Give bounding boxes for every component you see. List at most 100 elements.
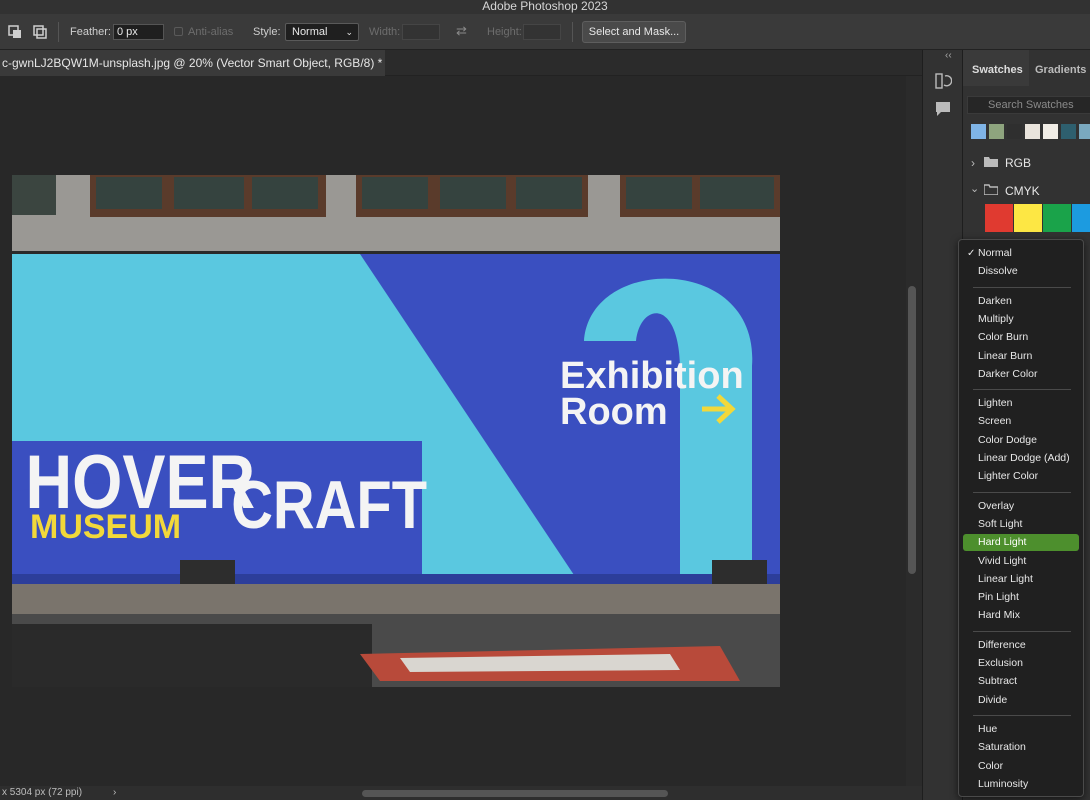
swatch[interactable] xyxy=(989,124,1004,139)
blend-mode-item[interactable]: Darken xyxy=(963,293,1079,310)
blend-mode-label: Color Burn xyxy=(978,331,1029,344)
swatch[interactable] xyxy=(1025,124,1040,139)
canvas-area[interactable]: HOVER MUSEUM CRAFT Exhibition Room xyxy=(0,76,906,786)
blend-mode-item[interactable]: Divide xyxy=(963,692,1079,709)
blend-mode-item[interactable]: Hard Light xyxy=(963,534,1079,552)
blend-mode-item[interactable]: Luminosity xyxy=(963,776,1079,793)
blend-mode-item[interactable]: Linear Light xyxy=(963,571,1079,588)
vertical-scroll-thumb[interactable] xyxy=(908,286,916,574)
divider xyxy=(58,22,59,42)
style-value: Normal xyxy=(292,26,328,38)
blend-mode-label: Hard Light xyxy=(978,536,1027,549)
collapse-icon[interactable]: ‹‹ xyxy=(945,50,952,61)
blend-mode-label: Screen xyxy=(978,415,1012,428)
blend-mode-label: Hard Mix xyxy=(978,609,1021,622)
swatch-search-input[interactable]: Search Swatches xyxy=(967,96,1090,114)
blend-mode-label: Color Dodge xyxy=(978,433,1037,446)
feather-label: Feather: xyxy=(70,26,111,38)
antialias-checkbox[interactable] xyxy=(174,27,183,36)
menu-divider xyxy=(973,286,1071,288)
new-selection-icon[interactable] xyxy=(8,25,22,39)
folder-icon xyxy=(984,157,998,167)
cmyk-swatch[interactable] xyxy=(1014,204,1042,232)
divider xyxy=(572,22,573,42)
blend-mode-label: Linear Light xyxy=(978,572,1033,585)
blend-mode-label: Lighter Color xyxy=(978,470,1039,483)
blend-mode-item[interactable]: Subtract xyxy=(963,673,1079,690)
width-input[interactable] xyxy=(402,24,440,40)
blend-mode-item[interactable]: Overlay xyxy=(963,498,1079,515)
history-icon[interactable] xyxy=(934,72,952,90)
menu-divider xyxy=(973,630,1071,632)
blend-mode-item[interactable]: Saturation xyxy=(963,739,1079,756)
swatch[interactable] xyxy=(971,124,986,139)
feather-input[interactable]: 0 px xyxy=(113,24,164,40)
blend-mode-item[interactable]: Screen xyxy=(963,413,1079,430)
blend-mode-item[interactable]: Multiply xyxy=(963,311,1079,328)
blend-mode-label: Exclusion xyxy=(978,657,1023,669)
blend-mode-item[interactable]: Lighten xyxy=(963,395,1079,412)
menu-divider xyxy=(973,491,1071,493)
cmyk-swatch[interactable] xyxy=(985,204,1013,232)
blend-mode-item[interactable]: Hue xyxy=(963,721,1079,738)
blend-mode-label: Saturation xyxy=(978,741,1026,754)
blend-mode-item[interactable]: Linear Burn xyxy=(963,348,1079,365)
blend-mode-label: Divide xyxy=(978,693,1008,706)
tab-swatches[interactable]: Swatches xyxy=(972,64,1023,76)
blend-mode-item[interactable]: Difference xyxy=(963,637,1079,654)
swap-icon[interactable]: ⇄ xyxy=(456,23,467,39)
blend-mode-label: Color xyxy=(978,759,1004,772)
blend-mode-label: Normal xyxy=(978,247,1012,259)
group-cmyk[interactable]: CMYK xyxy=(1005,184,1040,198)
comments-icon[interactable] xyxy=(934,100,952,118)
options-bar: Feather: 0 px Anti-alias Style: Normal ⌄ … xyxy=(0,14,1090,50)
tab-strip xyxy=(385,50,923,76)
blend-mode-label: Overlay xyxy=(978,499,1015,512)
blend-mode-label: Darker Color xyxy=(978,367,1038,380)
style-select[interactable]: Normal ⌄ xyxy=(285,23,359,41)
chevron-right-icon[interactable]: › xyxy=(971,156,975,170)
cmyk-swatch[interactable] xyxy=(1043,204,1071,232)
document-image[interactable]: HOVER MUSEUM CRAFT Exhibition Room xyxy=(0,76,906,786)
swatch[interactable] xyxy=(1079,124,1090,139)
group-rgb[interactable]: RGB xyxy=(1005,156,1031,170)
blend-mode-item[interactable]: Soft Light xyxy=(963,516,1079,533)
blend-mode-item[interactable]: Color Burn xyxy=(963,329,1079,346)
blend-mode-item[interactable]: Vivid Light xyxy=(963,553,1079,570)
tab-gradients[interactable]: Gradients xyxy=(1035,64,1086,76)
blend-mode-label: Linear Dodge (Add) xyxy=(978,452,1070,464)
blend-mode-label: Linear Burn xyxy=(978,349,1033,362)
swatch[interactable] xyxy=(1007,124,1022,139)
blend-mode-label: Vivid Light xyxy=(978,554,1027,567)
blend-mode-label: Darken xyxy=(978,294,1012,307)
blend-mode-item[interactable]: Color xyxy=(963,758,1079,775)
select-and-mask-button[interactable]: Select and Mask... xyxy=(582,21,686,43)
blend-mode-item[interactable]: Hard Mix xyxy=(963,607,1079,624)
document-tab-title: c-gwnLJ2BQW1M-unsplash.jpg @ 20% (Vector… xyxy=(2,56,383,70)
blend-mode-item[interactable]: Pin Light xyxy=(963,589,1079,606)
cmyk-swatch[interactable] xyxy=(1072,204,1090,232)
swatch[interactable] xyxy=(1043,124,1058,139)
height-input[interactable] xyxy=(523,24,561,40)
blend-mode-item[interactable]: Color Dodge xyxy=(963,432,1079,449)
chevron-right-icon[interactable]: › xyxy=(113,786,116,800)
blend-mode-item[interactable]: ✓ Normal xyxy=(963,245,1079,262)
blend-mode-item[interactable]: Dissolve xyxy=(963,263,1079,280)
horizontal-scroll-thumb[interactable] xyxy=(362,790,668,797)
style-label: Style: xyxy=(253,26,281,38)
blend-mode-item[interactable]: Lighter Color xyxy=(963,468,1079,485)
add-selection-icon[interactable] xyxy=(33,25,47,39)
chevron-down-icon: ⌄ xyxy=(345,27,353,37)
swatch[interactable] xyxy=(1061,124,1076,139)
blend-mode-item[interactable]: Linear Dodge (Add) xyxy=(963,450,1079,467)
document-tab[interactable]: c-gwnLJ2BQW1M-unsplash.jpg @ 20% (Vector… xyxy=(0,50,385,76)
blend-mode-label: Subtract xyxy=(978,675,1018,688)
blend-mode-label: Luminosity xyxy=(978,777,1029,790)
blend-mode-item[interactable]: Exclusion xyxy=(963,655,1079,672)
blend-mode-label: Hue xyxy=(978,722,998,735)
chevron-down-icon[interactable]: ⌄ xyxy=(970,182,979,195)
app-title: Adobe Photoshop 2023 xyxy=(482,0,608,13)
blend-mode-item[interactable]: Darker Color xyxy=(963,366,1079,383)
blend-mode-label: Pin Light xyxy=(978,591,1019,604)
blend-mode-label: Difference xyxy=(978,638,1026,651)
